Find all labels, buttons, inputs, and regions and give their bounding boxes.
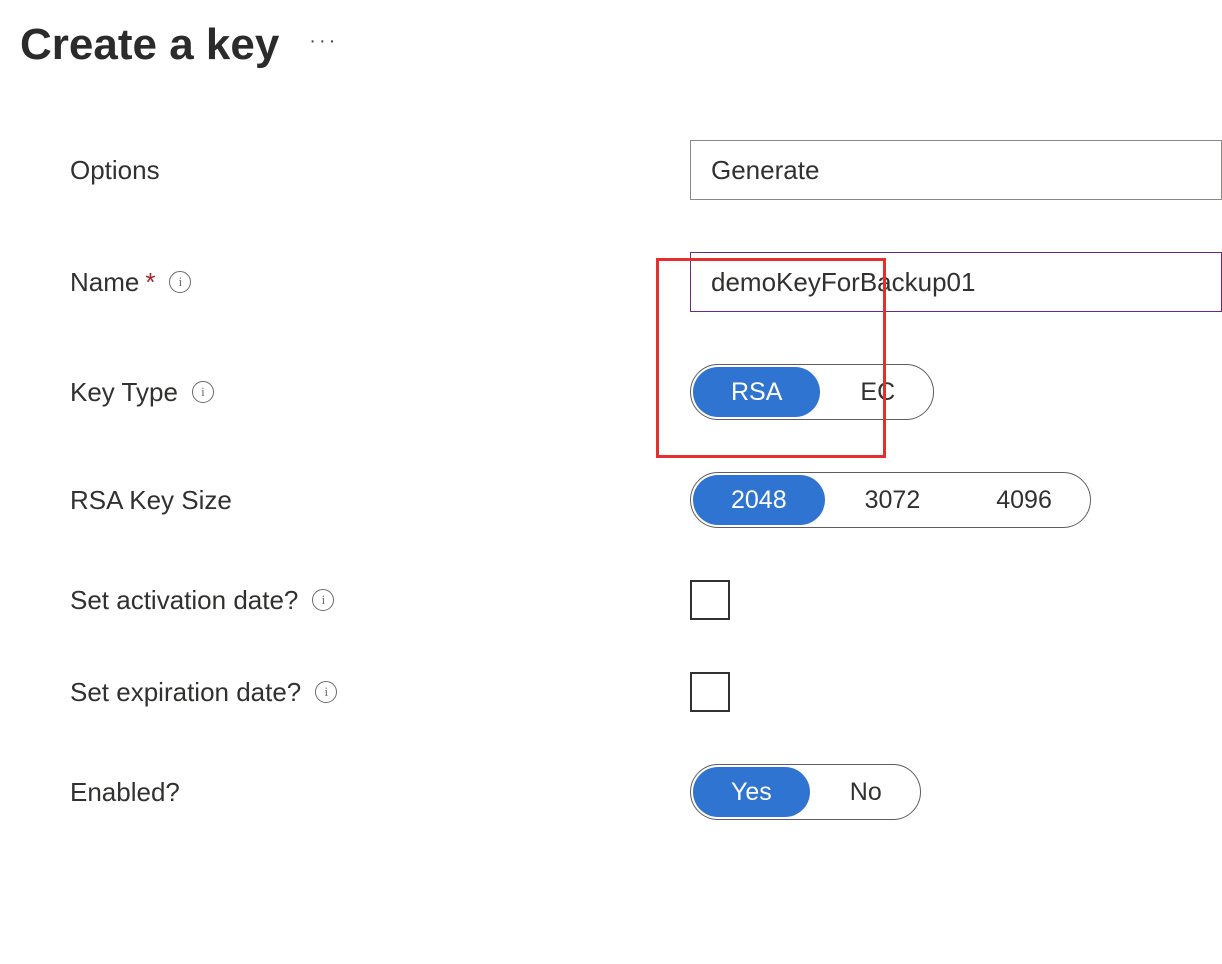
page-header: Create a key ··· <box>0 0 1222 70</box>
expiration-date-checkbox[interactable] <box>690 672 730 712</box>
options-selected-value: Generate <box>711 155 819 186</box>
expiration-date-label: Set expiration date? <box>70 677 301 708</box>
info-icon[interactable]: i <box>315 681 337 703</box>
options-label: Options <box>70 155 160 186</box>
more-actions-icon[interactable]: ··· <box>309 31 338 59</box>
rsa-key-size-option-3072[interactable]: 3072 <box>827 473 959 527</box>
options-row: Options Generate <box>70 140 1222 200</box>
key-type-option-rsa[interactable]: RSA <box>693 367 820 417</box>
page-title: Create a key <box>20 20 279 70</box>
rsa-key-size-pill-group: 2048 3072 4096 <box>690 472 1091 528</box>
enabled-row: Enabled? Yes No <box>70 764 1222 820</box>
info-icon[interactable]: i <box>169 271 191 293</box>
rsa-key-size-label: RSA Key Size <box>70 485 232 516</box>
activation-date-row: Set activation date? i <box>70 580 1222 620</box>
info-icon[interactable]: i <box>192 381 214 403</box>
key-type-label: Key Type <box>70 377 178 408</box>
rsa-key-size-option-2048[interactable]: 2048 <box>693 475 825 525</box>
name-input[interactable] <box>690 252 1222 312</box>
activation-date-checkbox[interactable] <box>690 580 730 620</box>
options-select[interactable]: Generate <box>690 140 1222 200</box>
enabled-pill-group: Yes No <box>690 764 921 820</box>
key-type-pill-group: RSA EC <box>690 364 934 420</box>
key-type-option-ec[interactable]: EC <box>822 365 933 419</box>
enabled-label: Enabled? <box>70 777 180 808</box>
enabled-option-no[interactable]: No <box>812 765 920 819</box>
required-indicator: * <box>145 267 155 298</box>
enabled-option-yes[interactable]: Yes <box>693 767 810 817</box>
rsa-key-size-row: RSA Key Size 2048 3072 4096 <box>70 472 1222 528</box>
name-row: Name * i <box>70 252 1222 312</box>
expiration-date-row: Set expiration date? i <box>70 672 1222 712</box>
create-key-form: Options Generate Name * i Key Type i <box>0 70 1222 820</box>
key-type-row: Key Type i RSA EC <box>70 364 1222 420</box>
activation-date-label: Set activation date? <box>70 585 298 616</box>
name-label: Name <box>70 267 139 298</box>
rsa-key-size-option-4096[interactable]: 4096 <box>958 473 1090 527</box>
info-icon[interactable]: i <box>312 589 334 611</box>
